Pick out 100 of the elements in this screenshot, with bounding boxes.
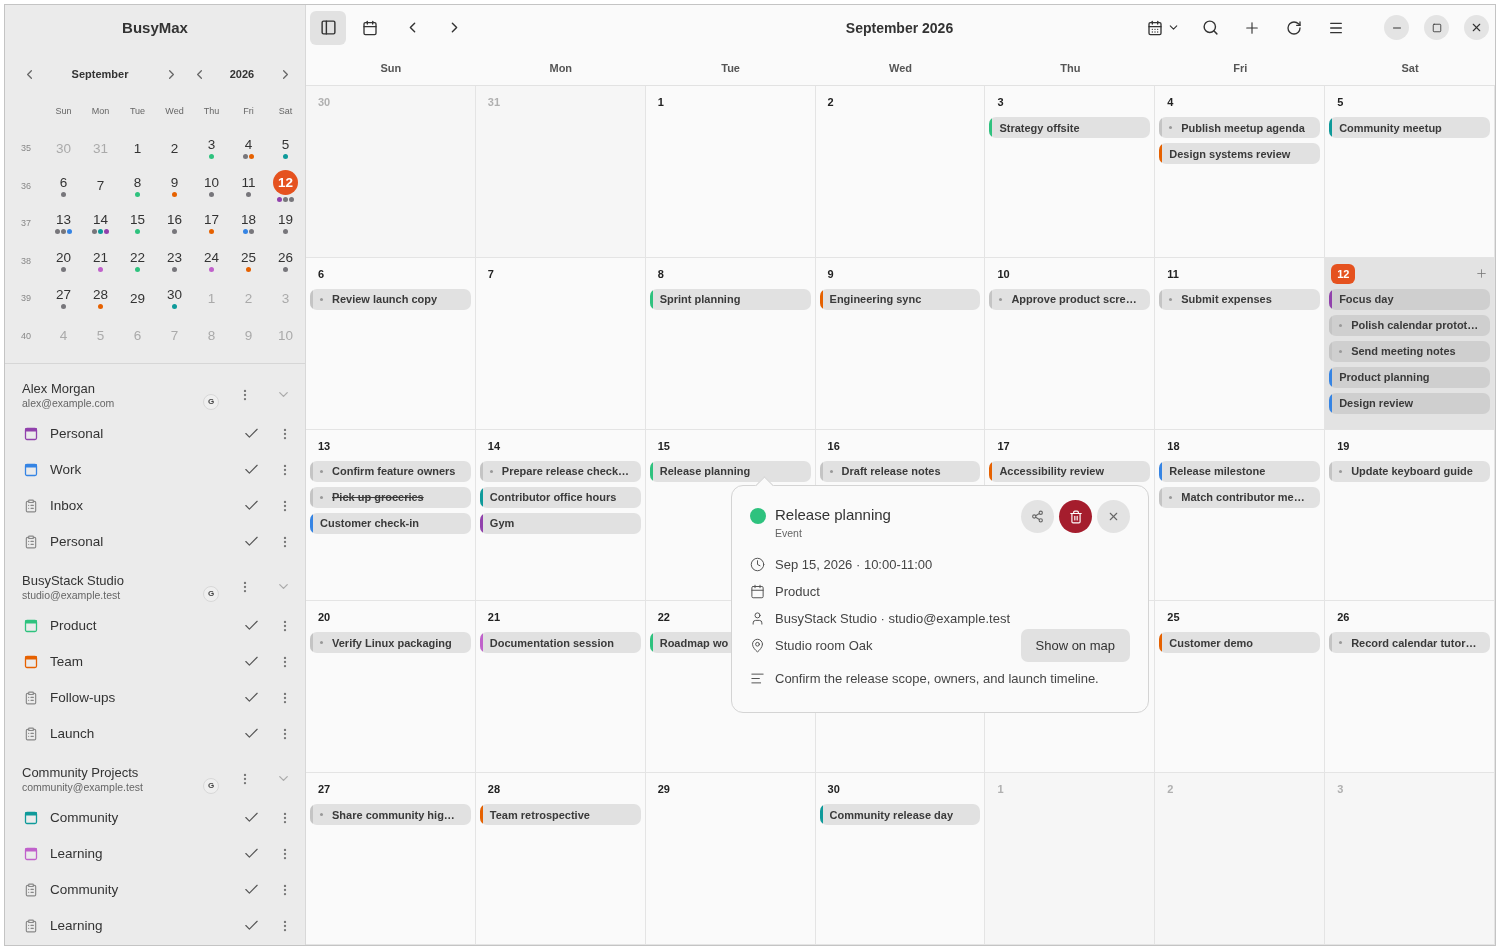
day-cell[interactable]: 11 Submit expenses: [1155, 257, 1326, 430]
task-chip[interactable]: Polish calendar protot…: [1329, 314, 1490, 336]
mini-calendar-day[interactable]: 20: [56, 249, 71, 265]
task-chip[interactable]: Approve product scre…: [989, 288, 1151, 310]
mini-calendar-day[interactable]: 2: [170, 140, 179, 156]
event-chip[interactable]: Customer check-in: [310, 512, 471, 534]
maximize-button[interactable]: [1424, 15, 1449, 40]
calendar-name[interactable]: Follow-ups: [50, 690, 239, 705]
event-chip[interactable]: Team retrospective: [479, 804, 641, 826]
day-cell[interactable]: 4 Publish meetup agenda Design systems review: [1155, 86, 1326, 258]
calendar-name[interactable]: Community: [50, 810, 239, 825]
day-cell[interactable]: 30 Community release day: [815, 773, 986, 945]
task-chip[interactable]: Draft release notes: [819, 460, 981, 482]
event-chip[interactable]: Strategy offsite: [989, 117, 1151, 138]
task-chip[interactable]: Pick up groceries: [310, 486, 471, 508]
minimize-button[interactable]: [1384, 15, 1409, 40]
event-chip[interactable]: Engineering sync: [819, 288, 981, 310]
mini-calendar-day[interactable]: 13: [56, 212, 71, 228]
mini-calendar-day[interactable]: 14: [93, 212, 108, 228]
calendar-name[interactable]: Personal: [50, 426, 239, 441]
mini-calendar-day[interactable]: 28: [93, 287, 108, 303]
mini-calendar-day[interactable]: 8: [133, 174, 142, 190]
calendar-name[interactable]: Product: [50, 618, 239, 633]
mini-calendar-day[interactable]: 5: [281, 137, 290, 153]
mini-calendar-day[interactable]: 10: [204, 174, 219, 190]
day-cell[interactable]: 21 Documentation session: [475, 601, 646, 774]
day-cell[interactable]: 18 Release milestone Match contributor me…: [1155, 429, 1326, 602]
day-cell[interactable]: 28 Team retrospective: [475, 773, 646, 945]
day-cell[interactable]: 5 Community meetup: [1325, 86, 1495, 258]
day-cell[interactable]: 14 Prepare release check… Contributor office hours Gym: [475, 429, 646, 602]
mini-calendar-day[interactable]: 29: [130, 290, 145, 306]
share-button[interactable]: [1021, 500, 1054, 533]
day-cell[interactable]: 2: [815, 86, 986, 258]
event-chip[interactable]: Contributor office hours: [479, 486, 641, 508]
calendar-name[interactable]: Work: [50, 462, 239, 477]
mini-calendar-day[interactable]: 17: [204, 212, 219, 228]
event-chip[interactable]: Sprint planning: [649, 288, 811, 310]
event-chip[interactable]: Community release day: [819, 804, 981, 826]
day-cell[interactable]: 3 Strategy offsite: [985, 86, 1156, 258]
day-cell[interactable]: 27 Share community hig…: [306, 773, 476, 945]
mini-calendar-day[interactable]: 23: [167, 249, 182, 265]
mini-calendar-day[interactable]: 21: [93, 249, 108, 265]
task-chip[interactable]: Match contributor me…: [1159, 486, 1321, 508]
event-chip[interactable]: Gym: [479, 512, 641, 534]
mini-calendar-day[interactable]: 27: [56, 287, 71, 303]
mini-calendar-day[interactable]: 24: [204, 249, 219, 265]
day-cell[interactable]: 29: [645, 773, 816, 945]
mini-calendar-day[interactable]: 1: [133, 140, 142, 156]
mini-calendar-day[interactable]: 4: [244, 137, 253, 153]
event-chip[interactable]: Customer demo: [1159, 632, 1321, 654]
close-button[interactable]: [1464, 15, 1489, 40]
day-cell[interactable]: 25 Customer demo: [1155, 601, 1326, 774]
day-cell[interactable]: 8 Sprint planning: [645, 257, 816, 430]
mini-calendar-day[interactable]: 12: [273, 169, 298, 195]
mini-calendar-day[interactable]: 16: [167, 212, 182, 228]
task-chip[interactable]: Share community hig…: [310, 804, 471, 826]
day-cell[interactable]: 12 Focus day Polish calendar protot… Send meeting notes Product planning Design review: [1325, 257, 1495, 430]
task-chip[interactable]: Review launch copy: [310, 288, 471, 310]
day-cell[interactable]: 6 Review launch copy: [306, 257, 476, 430]
calendar-name[interactable]: Personal: [50, 534, 239, 549]
day-cell[interactable]: 1: [645, 86, 816, 258]
task-chip[interactable]: Verify Linux packaging: [310, 632, 471, 654]
day-cell[interactable]: 13 Confirm feature owners Pick up groceries Customer check-in: [306, 429, 476, 602]
mini-calendar-day[interactable]: 3: [207, 137, 216, 153]
mini-calendar-day[interactable]: 9: [170, 174, 179, 190]
sidebar-toggle-button[interactable]: [310, 10, 346, 45]
calendar-name[interactable]: Team: [50, 654, 239, 669]
mini-calendar-day[interactable]: 11: [241, 174, 256, 190]
calendar-name[interactable]: Community: [50, 882, 239, 897]
calendar-name[interactable]: Learning: [50, 918, 239, 933]
mini-calendar-day[interactable]: 30: [167, 287, 182, 303]
task-chip[interactable]: Prepare release check…: [479, 460, 641, 482]
task-chip[interactable]: Submit expenses: [1159, 288, 1321, 310]
day-cell[interactable]: 10 Approve product scre…: [985, 257, 1156, 430]
mini-calendar-day[interactable]: 7: [96, 178, 105, 194]
event-chip[interactable]: Community meetup: [1329, 117, 1490, 138]
calendar-name[interactable]: Inbox: [50, 498, 239, 513]
event-chip[interactable]: Focus day: [1329, 288, 1490, 310]
task-chip[interactable]: Publish meetup agenda: [1159, 117, 1321, 138]
calendar-name[interactable]: Launch: [50, 726, 239, 741]
event-chip[interactable]: Product planning: [1329, 366, 1490, 388]
mini-calendar-day[interactable]: 18: [241, 212, 256, 228]
day-cell[interactable]: 26 Record calendar tutor…: [1325, 601, 1495, 774]
show-on-map-button[interactable]: Show on map: [1020, 629, 1130, 662]
event-chip[interactable]: Design systems review: [1159, 143, 1321, 164]
day-cell[interactable]: 19 Update keyboard guide: [1325, 429, 1495, 602]
event-chip[interactable]: Accessibility review: [989, 460, 1151, 482]
mini-calendar-day[interactable]: 22: [130, 249, 145, 265]
event-chip[interactable]: Documentation session: [479, 632, 641, 654]
mini-calendar-day[interactable]: 19: [278, 212, 293, 228]
delete-button[interactable]: [1059, 500, 1092, 533]
task-chip[interactable]: Update keyboard guide: [1329, 460, 1490, 482]
mini-calendar-day[interactable]: 26: [278, 249, 293, 265]
event-chip[interactable]: Release planning: [649, 460, 811, 482]
day-cell[interactable]: 9 Engineering sync: [815, 257, 986, 430]
mini-calendar-day[interactable]: 6: [59, 174, 68, 190]
day-cell[interactable]: 20 Verify Linux packaging: [306, 601, 476, 774]
day-cell[interactable]: 7: [475, 257, 646, 430]
mini-calendar-day[interactable]: 25: [241, 249, 256, 265]
event-chip[interactable]: Design review: [1329, 392, 1490, 414]
